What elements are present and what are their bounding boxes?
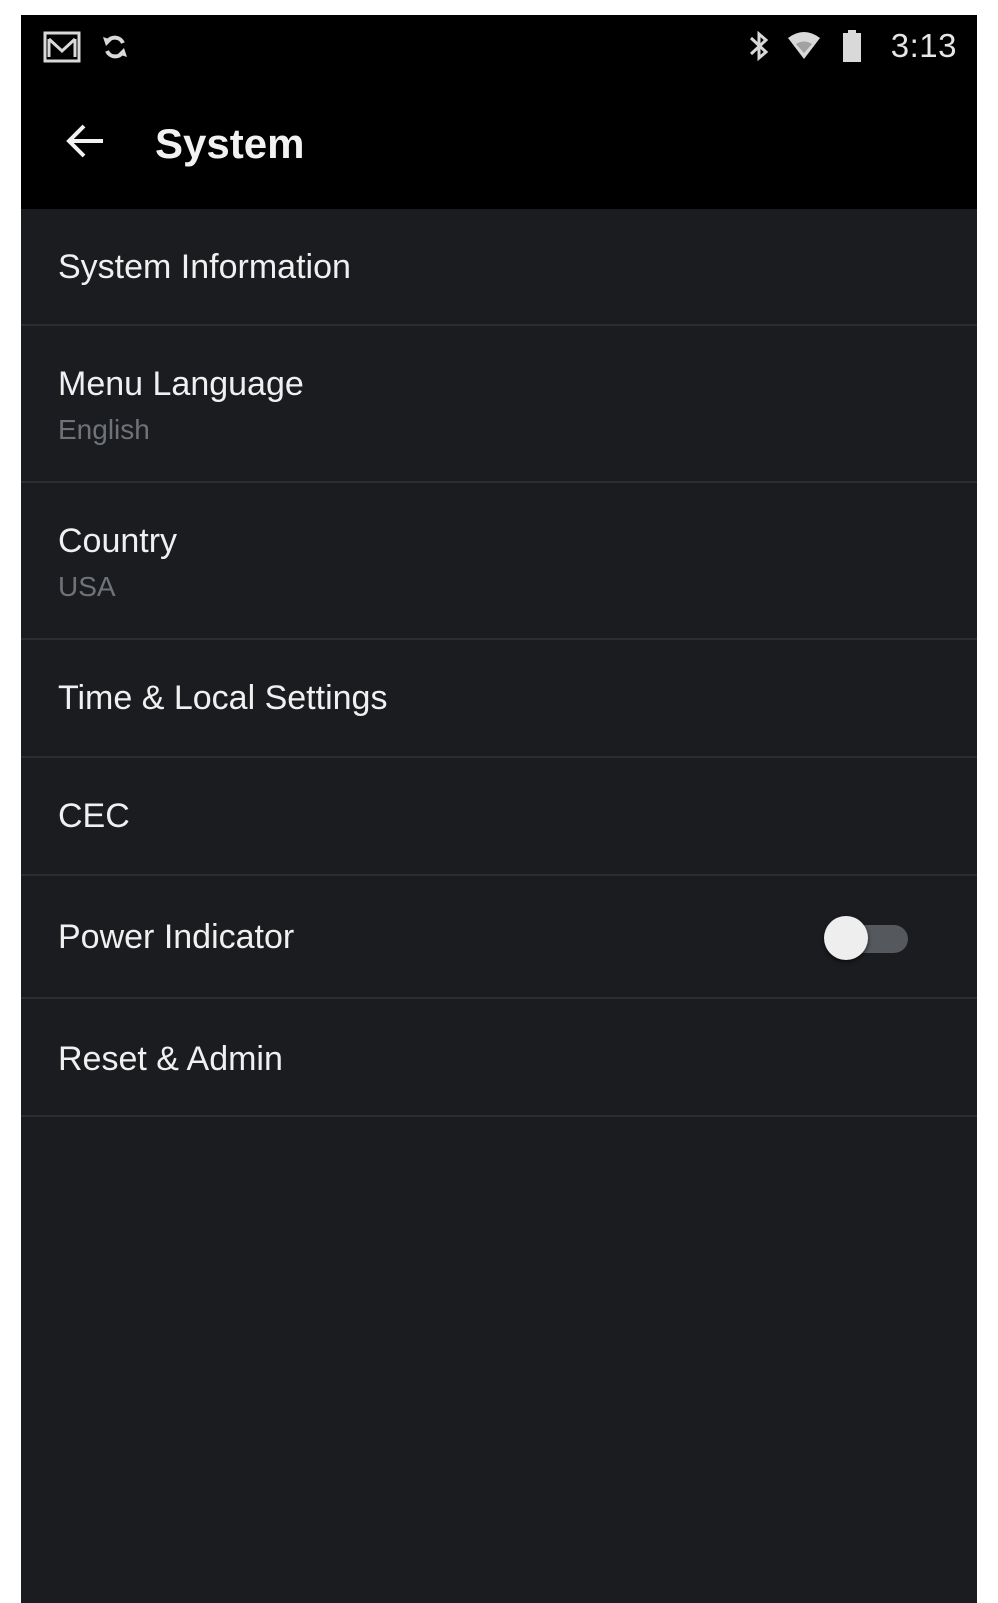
settings-item-label: Power Indicator: [58, 918, 295, 956]
bluetooth-icon: [747, 29, 771, 68]
gmail-icon: [43, 31, 81, 68]
phone-screen: 3:13 System System Information Menu Lang…: [21, 15, 977, 1603]
power-indicator-toggle[interactable]: [824, 914, 910, 962]
settings-item-time-local-settings[interactable]: Time & Local Settings: [21, 640, 977, 758]
settings-item-reset-admin[interactable]: Reset & Admin: [21, 999, 977, 1117]
settings-item-label: Time & Local Settings: [58, 679, 388, 717]
settings-item-label: Reset & Admin: [58, 1040, 283, 1078]
status-bar: 3:13: [21, 15, 977, 79]
settings-item-system-information[interactable]: System Information: [21, 209, 977, 326]
settings-item-value: English: [58, 414, 150, 445]
sync-icon: [101, 33, 129, 66]
app-bar: System: [21, 79, 977, 209]
settings-item-label: Menu Language: [58, 365, 304, 403]
arrow-back-icon: [65, 123, 105, 164]
back-button[interactable]: [51, 109, 119, 177]
page-title: System: [155, 120, 305, 167]
settings-list: System Information Menu Language English…: [21, 209, 977, 1117]
toggle-thumb: [824, 916, 868, 960]
settings-item-label: System Information: [58, 248, 351, 286]
settings-item-country[interactable]: Country USA: [21, 483, 977, 640]
status-time: 3:13: [890, 27, 957, 64]
settings-item-label: Country: [58, 522, 178, 560]
settings-item-power-indicator[interactable]: Power Indicator: [21, 876, 977, 999]
settings-item-label: CEC: [58, 797, 130, 835]
settings-item-value: USA: [58, 571, 116, 602]
settings-item-cec[interactable]: CEC: [21, 758, 977, 876]
settings-item-menu-language[interactable]: Menu Language English: [21, 326, 977, 483]
wifi-icon: [787, 31, 821, 66]
battery-icon: [841, 29, 863, 68]
